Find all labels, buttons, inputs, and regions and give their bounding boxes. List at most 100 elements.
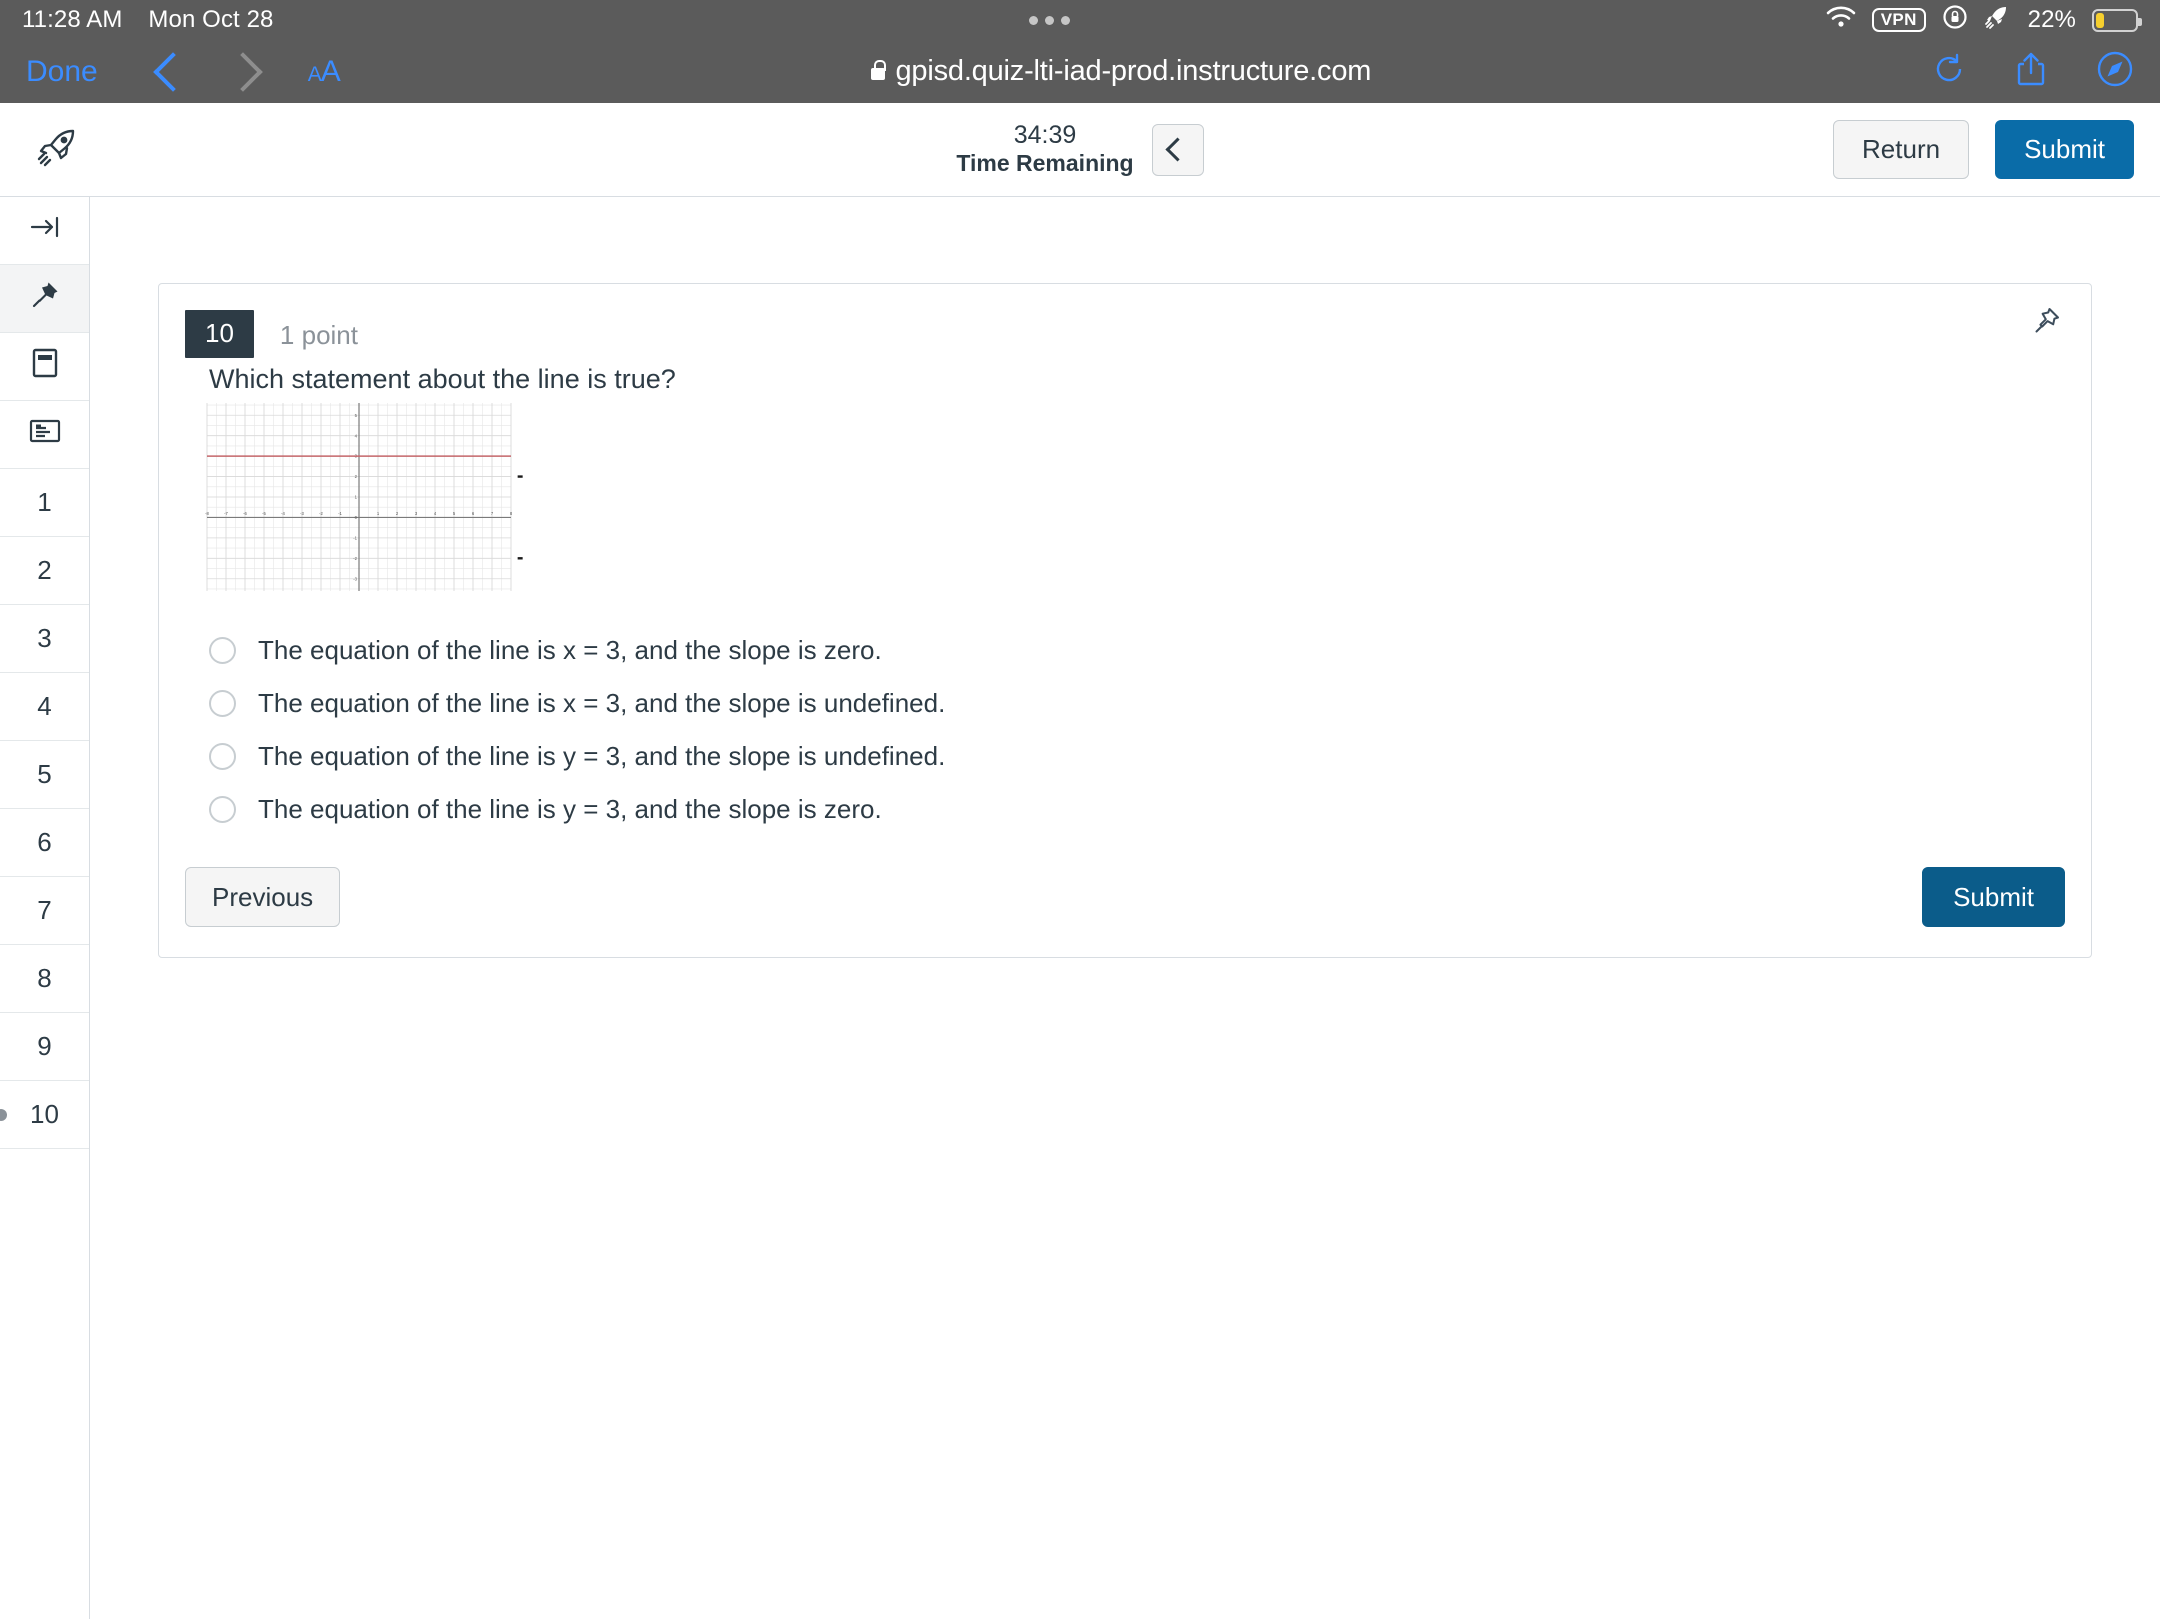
pin-question-button[interactable] (2031, 306, 2061, 341)
question-header: 10 1 point (159, 284, 2091, 358)
status-bar-left: 11:28 AM Mon Oct 28 (22, 6, 273, 34)
timer-collapse-button[interactable] (1151, 123, 1204, 176)
status-bar-right: VPN 22% (1826, 4, 2142, 37)
svg-text:-4: -4 (281, 511, 285, 516)
svg-text:-6: -6 (243, 511, 247, 516)
svg-text:-1: -1 (338, 511, 342, 516)
collapse-panel-icon (29, 214, 61, 247)
sidebar-item-question-3[interactable]: 3 (0, 605, 89, 673)
status-bar-center (273, 15, 1825, 25)
svg-text:1: 1 (377, 511, 380, 516)
sidebar-item-pin-panel[interactable] (0, 265, 89, 333)
question-number-badge: 10 (185, 310, 254, 358)
svg-text:4: 4 (434, 511, 437, 516)
chevron-right-icon (222, 51, 263, 92)
radio-option-4[interactable] (209, 795, 236, 823)
sidebar-question-number: 5 (37, 759, 52, 789)
header-actions: Return Submit (1833, 120, 2134, 179)
safari-toolbar: Done AA gpisd.quiz-lti-iad-prod.instruct… (0, 40, 2160, 103)
chevron-left-icon (152, 51, 193, 92)
sidebar-item-calculator[interactable] (0, 333, 89, 401)
question-body: Which statement about the line is true? … (159, 358, 2091, 836)
option-row-2[interactable]: The equation of the line is x = 3, and t… (209, 677, 2091, 730)
sidebar-item-question-4[interactable]: 4 (0, 673, 89, 741)
sidebar-item-question-5[interactable]: 5 (0, 741, 89, 809)
safari-compass-icon[interactable] (2096, 50, 2134, 93)
sidebar-item-collapse-panel[interactable] (0, 197, 89, 265)
timer-value: 34:39 (1013, 121, 1077, 150)
svg-text:3: 3 (415, 511, 418, 516)
sidebar-question-number: 1 (37, 487, 52, 517)
option-row-1[interactable]: The equation of the line is x = 3, and t… (209, 624, 2091, 677)
sidebar-question-number: 3 (37, 623, 52, 653)
radio-option-2[interactable] (209, 689, 236, 717)
svg-text:2: 2 (396, 511, 399, 516)
pin-icon (30, 280, 60, 317)
sidebar-question-number: 6 (37, 827, 52, 857)
submit-button-question[interactable]: Submit (1922, 866, 2065, 928)
forward-button[interactable] (208, 51, 278, 92)
option-label-1: The equation of the line is x = 3, and t… (258, 634, 882, 665)
radio-option-1[interactable] (209, 636, 236, 664)
sidebar-item-question-10[interactable]: 10 (0, 1081, 89, 1149)
svg-text:8: 8 (510, 511, 513, 516)
return-button[interactable]: Return (1833, 120, 1970, 179)
option-label-4: The equation of the line is y = 3, and t… (258, 793, 882, 824)
svg-text:5: 5 (453, 511, 456, 516)
sidebar-item-question-8[interactable]: 8 (0, 945, 89, 1013)
svg-text:-5: -5 (262, 511, 266, 516)
main-content: 10 1 point Which statement about the lin… (90, 197, 2160, 1619)
rocket-icon (1984, 4, 2010, 37)
svg-text:-8: -8 (205, 511, 209, 516)
submit-button-header[interactable]: Submit (1995, 120, 2134, 179)
option-row-3[interactable]: The equation of the line is y = 3, and t… (209, 730, 2091, 783)
url-text: gpisd.quiz-lti-iad-prod.instructure.com (895, 55, 1372, 87)
svg-text:-7: -7 (224, 511, 228, 516)
chevron-left-icon (1165, 137, 1190, 162)
radio-option-3[interactable] (209, 742, 236, 770)
sidebar-question-number: 4 (37, 691, 52, 721)
answer-options: The equation of the line is x = 3, and t… (209, 612, 2091, 836)
question-footer: Previous Submit (159, 836, 2091, 958)
sidebar-item-question-1[interactable]: 1 (0, 469, 89, 537)
battery-icon (2092, 8, 2142, 32)
status-time: 11:28 AM (22, 6, 123, 33)
option-row-4[interactable]: The equation of the line is y = 3, and t… (209, 783, 2091, 836)
text-size-small-a: A (307, 62, 322, 86)
text-size-large-a: A (320, 54, 341, 88)
multitasking-dots-icon[interactable] (1029, 15, 1071, 25)
calculator-icon (31, 347, 59, 386)
sidebar-item-notes[interactable] (0, 401, 89, 469)
reload-button[interactable] (1932, 52, 1966, 91)
lock-icon (870, 60, 886, 80)
sidebar-question-number: 9 (37, 1031, 52, 1061)
notes-icon (28, 417, 62, 452)
sidebar-question-number: 10 (30, 1099, 59, 1129)
quiz-body: 1 2 3 4 5 6 7 8 9 10 10 1 point Which st… (0, 197, 2160, 1619)
share-button[interactable] (2014, 51, 2048, 92)
back-button[interactable] (138, 51, 208, 92)
sidebar-item-question-7[interactable]: 7 (0, 877, 89, 945)
sidebar-question-number: 7 (37, 895, 52, 925)
question-points: 1 point (279, 320, 358, 350)
quiz-header: 34:39 Time Remaining Return Submit (0, 103, 2160, 197)
vpn-badge: VPN (1871, 8, 1926, 32)
question-sidebar: 1 2 3 4 5 6 7 8 9 10 (0, 197, 90, 1619)
sidebar-question-number: 2 (37, 555, 52, 585)
timer-text: 34:39 Time Remaining (956, 121, 1133, 177)
rotation-lock-icon (1942, 4, 1968, 37)
status-date: Mon Oct 28 (148, 6, 274, 33)
svg-text:-3: -3 (300, 511, 304, 516)
sidebar-item-question-9[interactable]: 9 (0, 1013, 89, 1081)
previous-button[interactable]: Previous (185, 866, 341, 928)
done-button[interactable]: Done (26, 55, 98, 89)
address-bar[interactable]: gpisd.quiz-lti-iad-prod.instructure.com (340, 55, 1902, 88)
text-size-button[interactable]: AA (307, 54, 341, 89)
line-graph-image: -8 -7 -6 -5 -4 -3 -2 -1 1 2 3 4 5 6 7 8 -3 -2 -1 0 1 2 3 4 5 (205, 399, 2091, 600)
svg-text:-2: -2 (319, 511, 323, 516)
sidebar-item-question-6[interactable]: 6 (0, 809, 89, 877)
svg-text:7: 7 (491, 511, 494, 516)
sidebar-item-question-2[interactable]: 2 (0, 537, 89, 605)
safari-actions (1932, 50, 2134, 93)
svg-text:6: 6 (472, 511, 475, 516)
